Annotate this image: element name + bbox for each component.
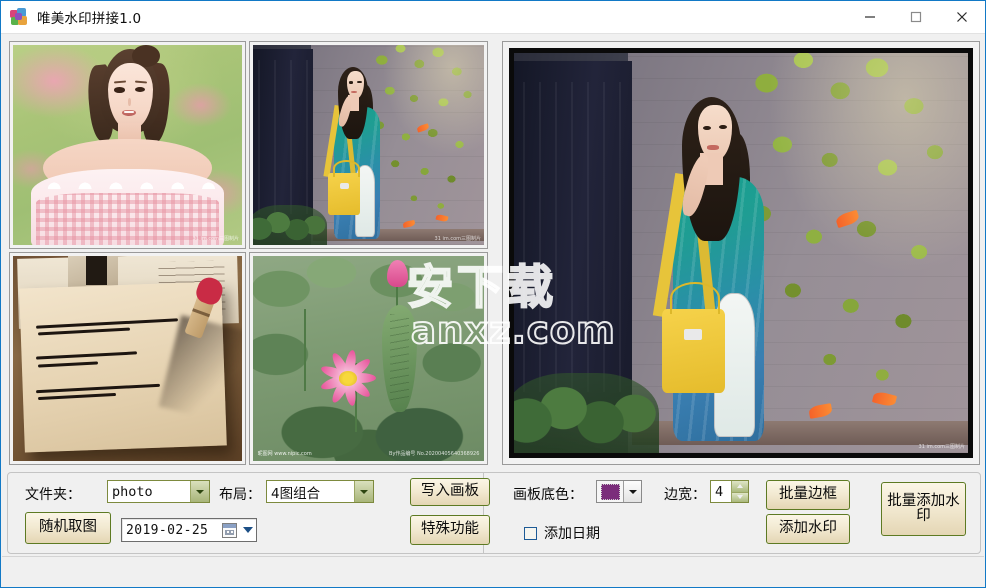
thumbnail-1[interactable]: 31 im.com三图制片 xyxy=(9,41,246,249)
thumbnail-4-source-tag: 昵图网 www.nipic.com xyxy=(257,450,312,457)
border-width-label: 边宽： xyxy=(664,487,706,503)
layout-combo-value: 4图组合 xyxy=(271,485,321,502)
batch-border-button[interactable]: 批量边框 xyxy=(766,480,850,510)
lotus-bloom xyxy=(311,346,385,412)
add-date-checkbox[interactable]: 添加日期 xyxy=(524,523,600,543)
maximize-button[interactable] xyxy=(893,1,939,34)
write-canvas-button[interactable]: 写入画板 xyxy=(410,478,490,506)
thumbnail-4-image: 昵图网 www.nipic.com By作品编号 No.202004056403… xyxy=(253,256,484,461)
canvas-bgcolor-picker[interactable] xyxy=(596,480,642,503)
thumbnail-4-id-tag: By作品编号 No.20200405640368926 xyxy=(389,450,480,457)
add-watermark-button[interactable]: 添加水印 xyxy=(766,514,850,544)
folder-combo[interactable]: photo xyxy=(107,480,210,503)
title-bar: 唯美水印拼接1.0 xyxy=(1,1,985,34)
folder-label: 文件夹： xyxy=(25,487,81,503)
stepper-down-icon[interactable] xyxy=(731,491,748,502)
thumbnail-grid: 31 im.com三图制片 31 im.com三图制片 昵图网 www.nipi… xyxy=(9,41,488,465)
thumbnail-1-image xyxy=(13,45,242,245)
status-bar xyxy=(2,556,984,586)
border-width-value: 4 xyxy=(715,483,724,500)
calendar-icon[interactable] xyxy=(222,522,237,538)
canvas-bgcolor-label: 画板底色： xyxy=(513,487,583,503)
date-picker[interactable]: 2019-02-25 xyxy=(121,518,257,542)
canvas-preview-image: 31 im.com三图制片 xyxy=(514,53,968,453)
chevron-down-icon[interactable] xyxy=(624,481,641,502)
canvas-preview-frame: 31 im.com三图制片 xyxy=(509,48,973,458)
batch-add-watermark-button[interactable]: 批量添加水印 xyxy=(881,482,966,536)
thumbnail-4[interactable]: 昵图网 www.nipic.com By作品编号 No.202004056403… xyxy=(249,252,488,465)
stepper-buttons xyxy=(731,481,748,502)
folder-combo-value: photo xyxy=(112,483,153,500)
add-date-label: 添加日期 xyxy=(544,526,600,542)
thumbnail-2[interactable]: 31 im.com三图制片 xyxy=(249,41,488,249)
thumbnail-3-image xyxy=(13,256,242,461)
thumbnail-1-corner-tag: 31 im.com三图制片 xyxy=(192,236,239,242)
color-swatch-wrap xyxy=(597,481,625,502)
date-picker-value: 2019-02-25 xyxy=(126,522,209,538)
thumbnail-2-image xyxy=(253,45,484,245)
canvas-preview[interactable]: 31 im.com三图制片 xyxy=(502,41,980,465)
thumbnail-3[interactable] xyxy=(9,252,246,465)
application-window: 唯美水印拼接1.0 31 im.com三图制片 31 im.com三图制片 昵图… xyxy=(0,0,986,588)
stepper-up-icon[interactable] xyxy=(731,481,748,492)
border-width-stepper[interactable]: 4 xyxy=(710,480,749,503)
special-function-button[interactable]: 特殊功能 xyxy=(410,515,490,545)
thumbnail-2-corner-tag: 31 im.com三图制片 xyxy=(434,236,481,242)
checkbox-box[interactable] xyxy=(524,526,537,540)
chevron-down-icon[interactable] xyxy=(354,481,373,502)
app-logo-icon xyxy=(10,8,28,26)
close-button[interactable] xyxy=(939,1,985,34)
window-controls xyxy=(847,1,985,34)
layout-combo[interactable]: 4图组合 xyxy=(266,480,374,503)
layout-label: 布局： xyxy=(219,487,261,503)
chevron-down-icon[interactable] xyxy=(240,519,256,541)
canvas-preview-corner-tag: 31 im.com三图制片 xyxy=(918,444,965,450)
random-pick-button[interactable]: 随机取图 xyxy=(25,512,111,544)
window-title: 唯美水印拼接1.0 xyxy=(37,11,142,27)
minimize-button[interactable] xyxy=(847,1,893,34)
chevron-down-icon[interactable] xyxy=(190,481,209,502)
color-swatch xyxy=(600,483,620,500)
